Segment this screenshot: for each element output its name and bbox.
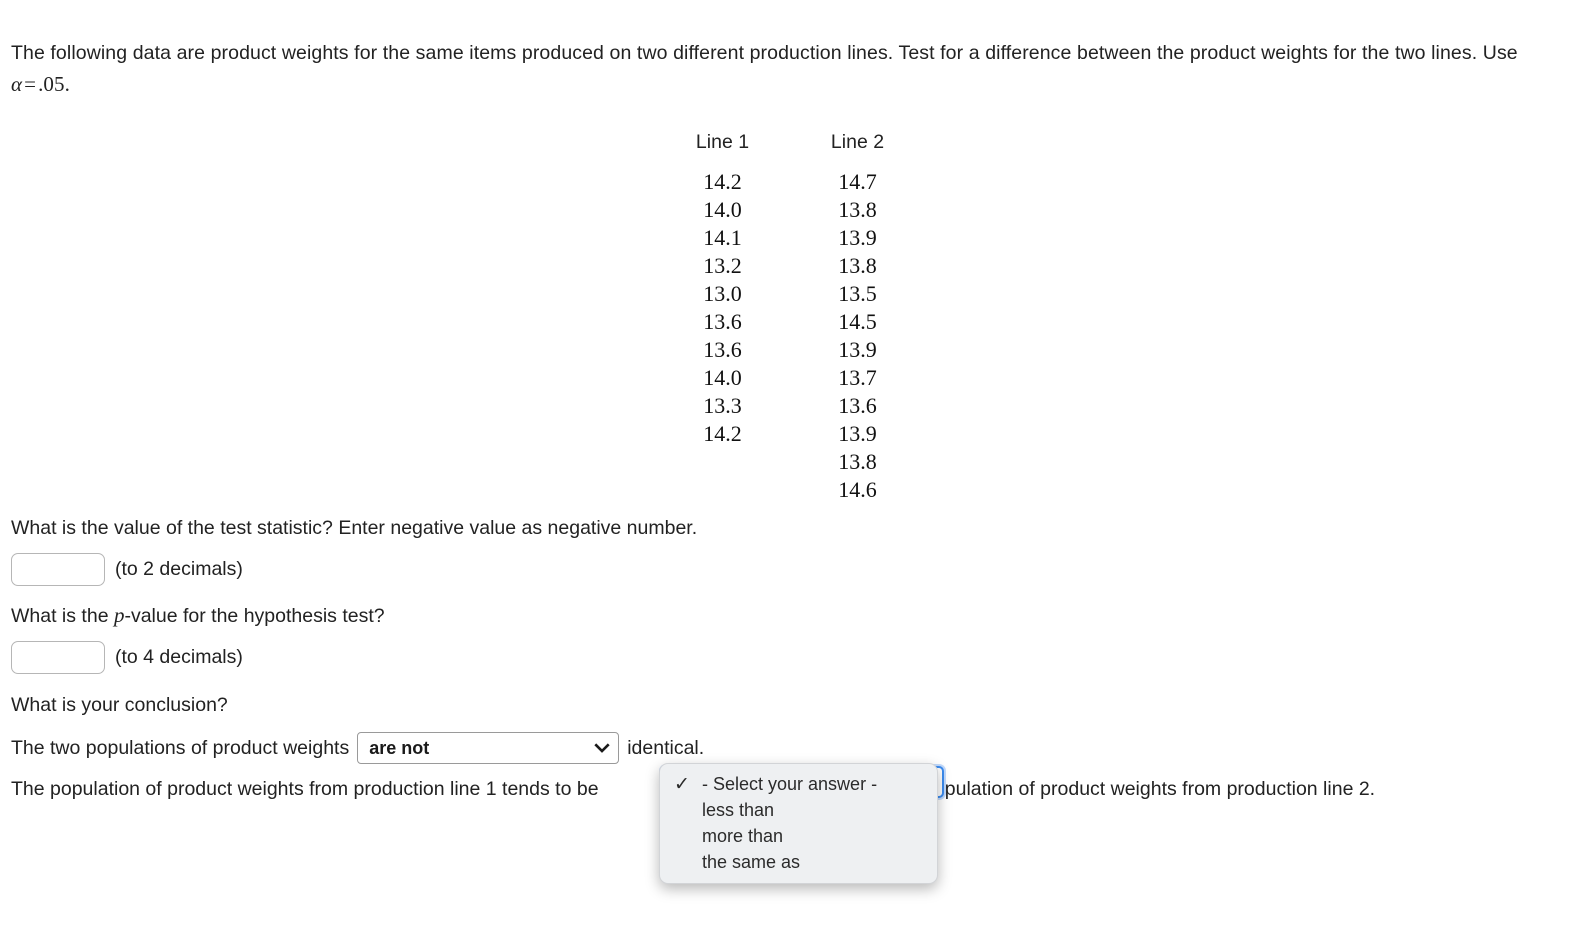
- cell-line1: [655, 476, 790, 504]
- cell-line1: 14.1: [703, 225, 742, 250]
- popup-option-less-than[interactable]: less than: [660, 797, 937, 823]
- problem-statement-text: The following data are product weights f…: [11, 42, 1518, 64]
- popup-option-select-your-answer[interactable]: ✓ - Select your answer -: [660, 771, 937, 797]
- popup-option-label: the same as: [702, 851, 801, 872]
- cell-line2: 13.8: [838, 253, 877, 278]
- cell-line1: 14.0: [703, 197, 742, 222]
- cell-line2: 13.6: [838, 393, 877, 418]
- conclusion-sentence-1-pre: The two populations of product weights: [11, 737, 350, 759]
- test-statistic-answer-row: (to 2 decimals): [11, 553, 243, 586]
- cell-line1: 14.2: [703, 169, 742, 194]
- identical-select-wrapper[interactable]: are not: [357, 732, 620, 764]
- conclusion-prompt: What is your conclusion?: [11, 694, 228, 716]
- cell-line2: 14.6: [838, 477, 877, 502]
- pvalue-hint: (to 4 decimals): [115, 646, 243, 668]
- cell-line2: 14.7: [838, 169, 877, 194]
- cell-line2: 13.8: [838, 449, 877, 474]
- popup-option-the-same-as[interactable]: the same as: [660, 849, 937, 875]
- cell-line1: 13.3: [703, 393, 742, 418]
- pvalue-prompt: What is the p-value for the hypothesis t…: [11, 602, 385, 629]
- table-row: 13.6 14.5: [655, 308, 925, 336]
- equals-symbol: =: [24, 72, 37, 96]
- column-header-line-1: Line 1: [695, 131, 750, 153]
- table-row: 14.2 14.7: [655, 168, 925, 196]
- conclusion-sentence-2-pre: The population of product weights from p…: [11, 778, 599, 800]
- cell-line1: 13.0: [703, 281, 742, 306]
- table-row: 14.0 13.7: [655, 364, 925, 392]
- test-statistic-hint: (to 2 decimals): [115, 558, 243, 580]
- table-row: 14.0 13.8: [655, 196, 925, 224]
- cell-line2: 13.5: [838, 281, 877, 306]
- conclusion-sentence-1: The two populations of product weights a…: [11, 732, 704, 764]
- alpha-symbol: α: [11, 72, 23, 96]
- test-statistic-prompt: What is the value of the test statistic?…: [11, 517, 698, 539]
- cell-line1: 13.6: [703, 337, 742, 362]
- table-row: 14.2 13.9: [655, 420, 925, 448]
- cell-line2: 13.9: [838, 337, 877, 362]
- cell-line1: 14.0: [703, 365, 742, 390]
- popup-option-label: more than: [702, 825, 784, 846]
- popup-option-more-than[interactable]: more than: [660, 823, 937, 849]
- popup-option-label: - Select your answer -: [702, 773, 878, 794]
- sentence-period: .: [64, 72, 70, 96]
- conclusion-sentence-1-post: identical.: [627, 737, 705, 759]
- cell-line2: 13.9: [838, 421, 877, 446]
- check-icon: ✓: [674, 773, 690, 795]
- test-statistic-input[interactable]: [11, 553, 105, 586]
- table-row: 13.3 13.6: [655, 392, 925, 420]
- table-row: 13.0 13.5: [655, 280, 925, 308]
- table-row: 13.6 13.9: [655, 336, 925, 364]
- cell-line1: [655, 448, 790, 476]
- table-row: 14.6: [655, 476, 925, 504]
- conclusion-sentence-2-post: the population of product weights from p…: [890, 778, 1376, 800]
- cell-line2: 13.7: [838, 365, 877, 390]
- cell-line1: 13.6: [703, 309, 742, 334]
- pvalue-prompt-pre: What is the: [11, 605, 114, 627]
- pvalue-input[interactable]: [11, 641, 105, 674]
- alpha-value: .05: [38, 72, 65, 96]
- problem-statement: The following data are product weights f…: [11, 38, 1556, 101]
- column-header-line-2: Line 2: [830, 131, 885, 153]
- pvalue-prompt-post: -value for the hypothesis test?: [124, 605, 385, 627]
- identical-select[interactable]: are not: [357, 732, 620, 764]
- table-row: 13.2 13.8: [655, 252, 925, 280]
- cell-line2: 14.5: [838, 309, 877, 334]
- pvalue-answer-row: (to 4 decimals): [11, 641, 243, 674]
- comparison-select-popup[interactable]: ✓ - Select your answer - less than more …: [659, 763, 938, 884]
- cell-line2: 13.8: [838, 197, 877, 222]
- table-row: 13.8: [655, 448, 925, 476]
- table-row: 14.1 13.9: [655, 224, 925, 252]
- table-header-row: Line 1 Line 2: [655, 131, 925, 168]
- cell-line2: 13.9: [838, 225, 877, 250]
- popup-option-label: less than: [702, 799, 775, 820]
- exercise-page: The following data are product weights f…: [0, 0, 1580, 930]
- p-variable: p: [113, 603, 125, 627]
- cell-line1: 14.2: [703, 421, 742, 446]
- product-weights-table: Line 1 Line 2 14.2 14.7 14.0 13.8 14.1 1…: [655, 131, 925, 504]
- cell-line1: 13.2: [703, 253, 742, 278]
- chevron-down-icon: [594, 743, 610, 753]
- identical-select-value: are not: [369, 738, 430, 758]
